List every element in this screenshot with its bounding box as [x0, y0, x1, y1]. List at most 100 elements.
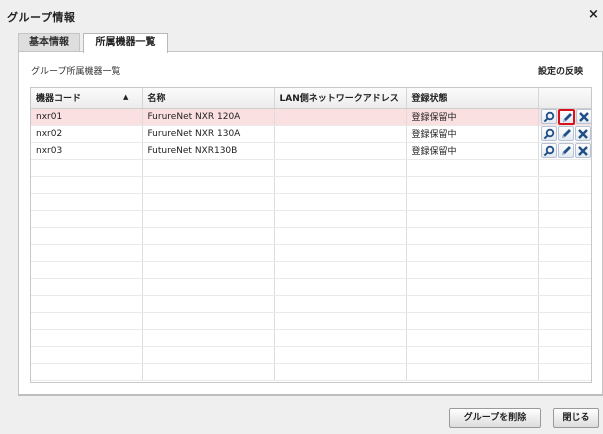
empty-cell: [142, 227, 275, 245]
empty-cell: [406, 244, 539, 262]
empty-cell: [274, 295, 407, 313]
empty-cell: [142, 312, 275, 330]
delete-row-button[interactable]: [575, 109, 591, 124]
delete-row-button[interactable]: [574, 126, 591, 141]
cell-status: 登録保留中: [406, 108, 539, 126]
empty-cell: [274, 244, 407, 262]
empty-cell: [406, 278, 539, 296]
empty-cell: [274, 227, 407, 245]
empty-cell: [31, 227, 143, 245]
empty-cell: [274, 159, 407, 177]
empty-cell: [406, 227, 539, 245]
empty-cell: [142, 346, 275, 364]
empty-table-row: [31, 363, 591, 381]
empty-cell: [142, 278, 275, 296]
close-icon[interactable]: ×: [588, 8, 599, 21]
edit-button[interactable]: [557, 108, 575, 124]
empty-cell: [406, 363, 539, 381]
column-header-lan-address[interactable]: LAN側ネットワークアドレス: [274, 88, 407, 109]
empty-cell: [538, 312, 591, 330]
empty-cell: [538, 346, 591, 364]
empty-cell: [538, 261, 591, 279]
cell-device-code: nxr02: [31, 125, 143, 143]
empty-cell: [274, 210, 407, 228]
view-detail-button[interactable]: [540, 126, 557, 141]
empty-cell: [538, 210, 591, 228]
cell-actions: [538, 125, 591, 143]
empty-cell: [274, 363, 407, 381]
empty-table-row: [31, 278, 591, 296]
empty-cell: [538, 159, 591, 177]
cell-device-name: FurureNet NXR 120A: [142, 108, 275, 126]
empty-table-row: [31, 193, 591, 211]
empty-cell: [142, 193, 275, 211]
empty-cell: [538, 176, 591, 194]
column-header-status[interactable]: 登録状態: [406, 88, 539, 109]
empty-cell: [31, 193, 143, 211]
cell-device-name: FutureNet NXR130B: [142, 142, 275, 160]
empty-table-row: [31, 244, 591, 262]
cell-device-name: FurureNet NXR 130A: [142, 125, 275, 143]
column-header-name[interactable]: 名称: [142, 88, 275, 109]
view-detail-button[interactable]: [540, 143, 557, 158]
table-row[interactable]: nxr01 FurureNet NXR 120A 登録保留中: [31, 108, 591, 126]
empty-cell: [31, 244, 143, 262]
table-row[interactable]: nxr02 FurureNet NXR 130A 登録保留中: [31, 125, 591, 143]
empty-cell: [274, 176, 407, 194]
cell-device-code: nxr03: [31, 142, 143, 160]
cell-status: 登録保留中: [406, 125, 539, 143]
empty-cell: [31, 261, 143, 279]
empty-cell: [142, 244, 275, 262]
view-detail-button[interactable]: [540, 109, 557, 124]
dialog-title: グループ情報: [7, 11, 76, 24]
empty-cell: [142, 261, 275, 279]
list-title: グループ所属機器一覧: [31, 67, 121, 77]
column-header-code[interactable]: 機器コード ▲: [31, 88, 143, 109]
empty-table-row: [31, 159, 591, 177]
empty-table-row: [31, 312, 591, 330]
column-header-code-label: 機器コード: [36, 94, 82, 105]
empty-cell: [538, 193, 591, 211]
device-list-panel: グループ所属機器一覧 設定の反映 機器コード ▲ 名称 LAN側ネットワークアドレ…: [18, 51, 603, 396]
tab-basic-info[interactable]: 基本情報: [18, 33, 80, 52]
group-info-dialog: グループ情報 × 基本情報 所属機器一覧 グループ所属機器一覧 設定の反映 機器…: [0, 0, 603, 434]
empty-cell: [538, 278, 591, 296]
empty-cell: [31, 295, 143, 313]
empty-cell: [538, 227, 591, 245]
empty-cell: [406, 176, 539, 194]
empty-cell: [406, 346, 539, 364]
empty-cell: [31, 312, 143, 330]
empty-table-row: [31, 261, 591, 279]
empty-table-row: [31, 227, 591, 245]
empty-cell: [406, 210, 539, 228]
empty-cell: [538, 363, 591, 381]
empty-cell: [31, 278, 143, 296]
empty-cell: [31, 329, 143, 347]
sort-ascending-icon: ▲: [123, 93, 129, 101]
close-button[interactable]: 閉じる: [553, 408, 599, 428]
cell-actions: [538, 108, 591, 126]
empty-cell: [406, 329, 539, 347]
empty-cell: [538, 295, 591, 313]
empty-table-row: [31, 295, 591, 313]
empty-cell: [274, 193, 407, 211]
empty-cell: [406, 193, 539, 211]
column-header-actions: [538, 88, 591, 109]
empty-cell: [142, 329, 275, 347]
empty-cell: [406, 261, 539, 279]
edit-button[interactable]: [557, 143, 574, 158]
empty-cell: [538, 244, 591, 262]
delete-row-button[interactable]: [574, 143, 591, 158]
apply-settings-link[interactable]: 設定の反映: [538, 64, 583, 77]
tab-device-list[interactable]: 所属機器一覧: [83, 33, 168, 53]
empty-cell: [142, 295, 275, 313]
empty-cell: [142, 159, 275, 177]
edit-button[interactable]: [557, 126, 574, 141]
empty-cell: [142, 176, 275, 194]
table-header-row: 機器コード ▲ 名称 LAN側ネットワークアドレス 登録状態: [31, 88, 591, 109]
empty-cell: [31, 346, 143, 364]
table-row[interactable]: nxr03 FutureNet NXR130B 登録保留中: [31, 142, 591, 160]
cell-status: 登録保留中: [406, 142, 539, 160]
cell-actions: [538, 142, 591, 160]
delete-group-button[interactable]: グループを削除: [449, 408, 541, 428]
